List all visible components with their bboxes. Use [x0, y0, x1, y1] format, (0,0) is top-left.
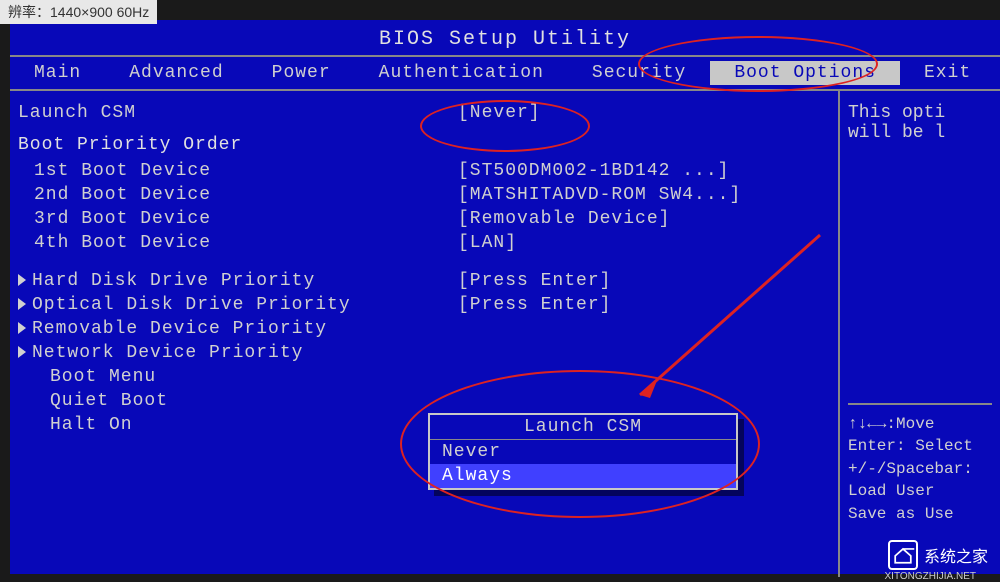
menu-authentication[interactable]: Authentication: [355, 61, 568, 85]
boot-device-2[interactable]: 2nd Boot Device [MATSHITADVD-ROM SW4...]: [18, 185, 830, 205]
menu-bar: Main Advanced Power Authentication Secur…: [10, 55, 1000, 91]
setting-value: [Press Enter]: [458, 295, 611, 315]
setting-value: [Never]: [458, 103, 541, 123]
triangle-icon: [18, 322, 26, 334]
menu-advanced[interactable]: Advanced: [105, 61, 247, 85]
submenu-network-priority[interactable]: Network Device Priority: [18, 343, 830, 363]
monitor-resolution-label: 辨率：1440×900 60Hz: [0, 0, 157, 24]
setting-label: 1st Boot Device: [18, 161, 458, 181]
help-description: This opti will be l: [848, 103, 992, 143]
boot-device-1[interactable]: 1st Boot Device [ST500DM002-1BD142 ...]: [18, 161, 830, 181]
boot-device-3[interactable]: 3rd Boot Device [Removable Device]: [18, 209, 830, 229]
submenu-optical-priority[interactable]: Optical Disk Drive Priority [Press Enter…: [18, 295, 830, 315]
submenu-removable-priority[interactable]: Removable Device Priority: [18, 319, 830, 339]
menu-boot-options[interactable]: Boot Options: [710, 61, 900, 85]
triangle-icon: [18, 298, 26, 310]
help-panel: This opti will be l ↑↓←→:Move Enter: Sel…: [840, 91, 1000, 577]
watermark-url: XITONGZHIJIA.NET: [885, 571, 977, 582]
setting-value: [LAN]: [458, 233, 517, 253]
house-icon: [888, 540, 918, 570]
setting-label: Network Device Priority: [18, 343, 458, 363]
setting-label: Halt On: [18, 415, 458, 435]
setting-quiet-boot[interactable]: Quiet Boot: [18, 391, 830, 411]
bios-screen: BIOS Setup Utility Main Advanced Power A…: [10, 20, 1000, 574]
setting-label: Launch CSM: [18, 103, 458, 123]
submenu-hdd-priority[interactable]: Hard Disk Drive Priority [Press Enter]: [18, 271, 830, 291]
setting-value: [Press Enter]: [458, 271, 611, 291]
menu-security[interactable]: Security: [568, 61, 710, 85]
help-key: +/-/Spacebar:: [848, 458, 992, 480]
setting-value: [MATSHITADVD-ROM SW4...]: [458, 185, 741, 205]
popup-title: Launch CSM: [430, 415, 736, 440]
menu-power[interactable]: Power: [248, 61, 355, 85]
help-key: Enter: Select: [848, 435, 992, 457]
setting-value: [ST500DM002-1BD142 ...]: [458, 161, 729, 181]
key-help: ↑↓←→:Move Enter: Select +/-/Spacebar: Lo…: [848, 403, 992, 525]
launch-csm-popup: Launch CSM Never Always: [428, 413, 738, 490]
setting-label: Optical Disk Drive Priority: [18, 295, 458, 315]
popup-option-never[interactable]: Never: [430, 440, 736, 464]
bios-title: BIOS Setup Utility: [10, 28, 1000, 51]
help-key: ↑↓←→:Move: [848, 413, 992, 435]
triangle-icon: [18, 274, 26, 286]
popup-option-always[interactable]: Always: [430, 464, 736, 488]
settings-panel: Launch CSM [Never] Boot Priority Order 1…: [10, 91, 840, 577]
setting-value: [Removable Device]: [458, 209, 670, 229]
watermark-text: 系统之家: [924, 543, 988, 567]
setting-boot-menu[interactable]: Boot Menu: [18, 367, 830, 387]
boot-device-4[interactable]: 4th Boot Device [LAN]: [18, 233, 830, 253]
menu-main[interactable]: Main: [10, 61, 105, 85]
menu-exit[interactable]: Exit: [900, 61, 995, 85]
section-boot-priority: Boot Priority Order: [18, 135, 830, 155]
setting-label: 3rd Boot Device: [18, 209, 458, 229]
setting-label: Quiet Boot: [18, 391, 458, 411]
content-area: Launch CSM [Never] Boot Priority Order 1…: [10, 91, 1000, 577]
setting-label: 4th Boot Device: [18, 233, 458, 253]
setting-label: Hard Disk Drive Priority: [18, 271, 458, 291]
setting-label: Boot Menu: [18, 367, 458, 387]
help-key: Load User: [848, 480, 992, 502]
setting-launch-csm[interactable]: Launch CSM [Never]: [18, 103, 830, 123]
help-key: Save as Use: [848, 503, 992, 525]
setting-label: 2nd Boot Device: [18, 185, 458, 205]
setting-label: Removable Device Priority: [18, 319, 458, 339]
watermark: 系统之家 XITONGZHIJIA.NET: [888, 540, 988, 570]
triangle-icon: [18, 346, 26, 358]
